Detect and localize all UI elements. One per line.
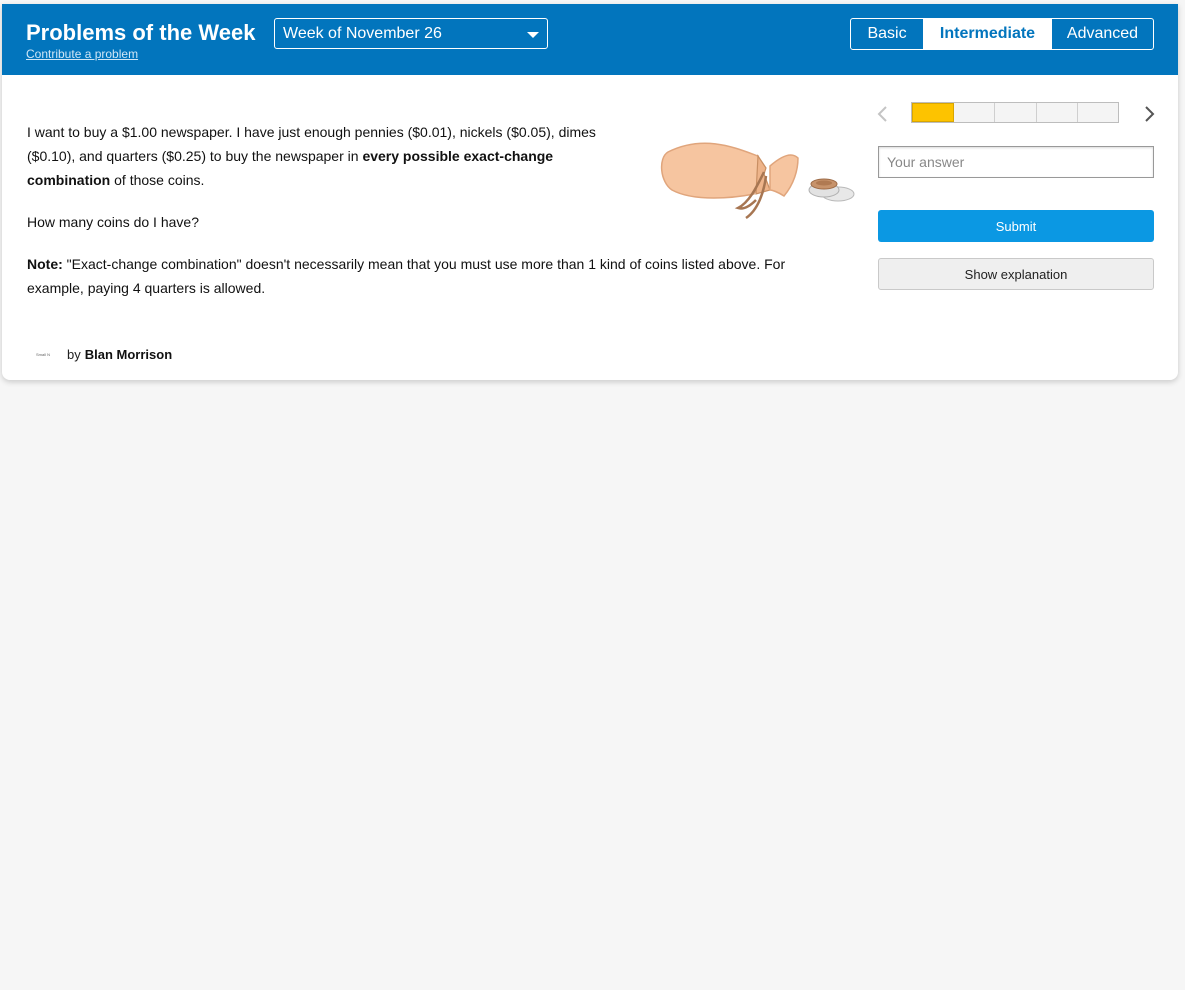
tab-advanced[interactable]: Advanced	[1051, 19, 1153, 49]
note-text: "Exact-change combination" doesn't neces…	[27, 256, 786, 296]
avatar: Small N	[35, 352, 50, 357]
chevron-left-icon[interactable]	[876, 104, 890, 124]
problem-text: I want to buy a $1.00 newspaper. I have …	[27, 120, 785, 300]
caret-down-icon	[527, 32, 539, 38]
note-label: Note:	[27, 256, 63, 272]
chevron-right-icon[interactable]	[1142, 104, 1156, 124]
problem-text-part: of those coins.	[110, 172, 205, 188]
contribute-link[interactable]: Contribute a problem	[26, 47, 138, 61]
author-by-label: by	[67, 347, 81, 362]
week-dropdown-value: Week of November 26	[283, 25, 442, 42]
header-bar: Problems of the Week Contribute a proble…	[2, 4, 1178, 75]
week-dropdown[interactable]: Week of November 26	[274, 18, 548, 49]
coin-bag-illustration	[654, 120, 860, 235]
problem-progress-bar	[911, 102, 1119, 123]
answer-input[interactable]	[878, 146, 1154, 178]
problem-question: How many coins do I have?	[27, 214, 199, 230]
show-explanation-button[interactable]: Show explanation	[878, 258, 1154, 290]
author-name[interactable]: Blan Morrison	[85, 347, 172, 362]
problem-paragraph: I want to buy a $1.00 newspaper. I have …	[27, 120, 637, 192]
difficulty-tabs: Basic Intermediate Advanced	[850, 18, 1154, 50]
submit-button[interactable]: Submit	[878, 210, 1154, 242]
problem-note: Note: "Exact-change combination" doesn't…	[27, 252, 837, 300]
progress-segment-completed	[912, 103, 955, 122]
page-title: Problems of the Week	[26, 20, 256, 45]
tab-basic[interactable]: Basic	[851, 19, 923, 49]
progress-segment	[1037, 103, 1078, 122]
progress-segment	[954, 103, 996, 122]
problem-card: Problems of the Week Contribute a proble…	[2, 4, 1178, 380]
author-credit: Small N by Blan Morrison	[28, 347, 172, 362]
progress-segment	[1078, 103, 1118, 122]
tab-intermediate[interactable]: Intermediate	[923, 19, 1051, 49]
progress-segment	[995, 103, 1037, 122]
